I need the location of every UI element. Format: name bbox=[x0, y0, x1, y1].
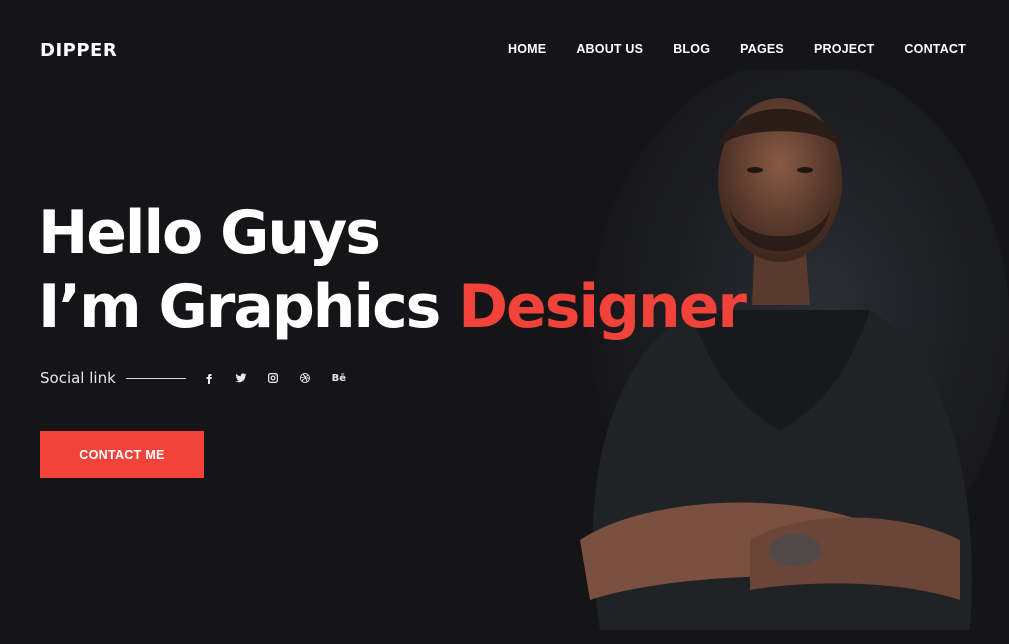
nav-item-pages[interactable]: PAGES bbox=[740, 42, 784, 56]
site-logo[interactable]: DIPPER bbox=[40, 40, 117, 61]
main-nav: HOME ABOUT US BLOG PAGES PROJECT CONTACT bbox=[478, 42, 966, 56]
social-divider-line bbox=[125, 377, 186, 379]
social-link-label: Social link bbox=[40, 369, 116, 387]
twitter-icon[interactable] bbox=[234, 371, 248, 385]
hero-heading-accent: Designer bbox=[458, 272, 747, 342]
nav-item-about-us[interactable]: ABOUT US bbox=[576, 42, 643, 56]
social-links: Social link Bē bbox=[40, 369, 362, 387]
behance-icon[interactable]: Bē bbox=[330, 371, 348, 385]
hero-portrait-image bbox=[540, 70, 1009, 644]
nav-item-project[interactable]: PROJECT bbox=[814, 42, 874, 56]
facebook-icon[interactable] bbox=[202, 371, 216, 385]
instagram-icon[interactable] bbox=[266, 371, 280, 385]
hero-heading-line1: Hello Guys bbox=[38, 198, 381, 268]
contact-me-button[interactable]: CONTACT ME bbox=[40, 431, 204, 478]
nav-item-contact[interactable]: CONTACT bbox=[904, 42, 966, 56]
nav-item-home[interactable]: HOME bbox=[508, 42, 546, 56]
hero-heading: Hello Guys I’m Graphics Designer bbox=[38, 196, 747, 344]
nav-item-blog[interactable]: BLOG bbox=[673, 42, 710, 56]
dribbble-icon[interactable] bbox=[298, 371, 312, 385]
hero-heading-line2-prefix: I’m Graphics bbox=[38, 272, 459, 342]
